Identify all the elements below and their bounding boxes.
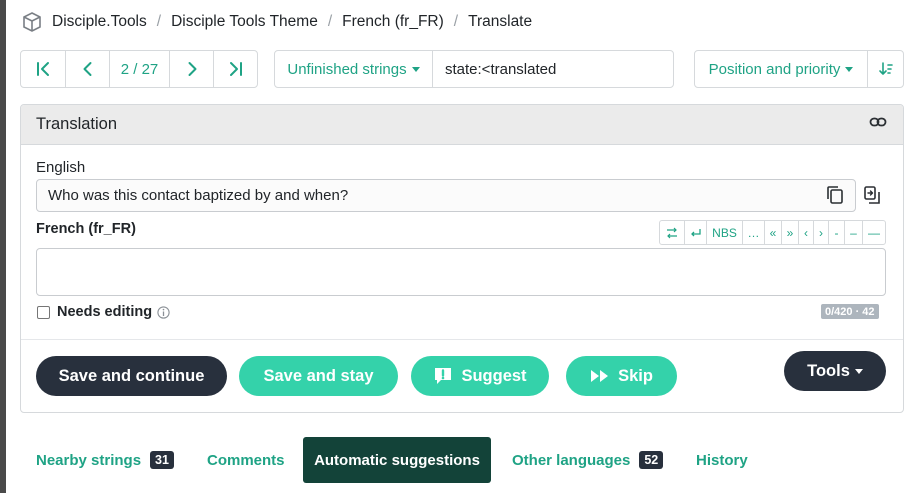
hyphen-button[interactable]: - xyxy=(828,221,844,244)
newline-char-button[interactable] xyxy=(684,221,706,244)
translation-card: Translation English Who was this contact… xyxy=(20,104,904,413)
breadcrumb-separator: / xyxy=(156,13,162,30)
filter-dropdown-label: Unfinished strings xyxy=(287,60,407,78)
caret-down-icon xyxy=(411,66,420,72)
count-badge: 52 xyxy=(639,451,664,469)
source-language-label: English xyxy=(36,159,86,176)
skip-icon xyxy=(591,370,609,382)
character-counter: 0/420 · 42 xyxy=(821,304,879,319)
caret-down-icon xyxy=(845,66,854,72)
next-icon xyxy=(188,62,196,76)
breadcrumb: Disciple.Tools / Disciple Tools Theme / … xyxy=(22,9,532,35)
breadcrumb-separator: / xyxy=(327,13,333,30)
count-badge: 31 xyxy=(150,451,174,469)
filter-dropdown[interactable]: Unfinished strings xyxy=(275,51,432,87)
search-query-input[interactable]: state:<translated xyxy=(432,51,673,87)
link-icon[interactable] xyxy=(869,113,887,136)
card-header: Translation xyxy=(21,105,903,145)
left-edge-strip xyxy=(0,0,6,493)
tab-history[interactable]: History xyxy=(696,437,748,483)
tab-automatic-suggestions-label: Automatic suggestions xyxy=(314,451,480,469)
tab-nearby-strings-label: Nearby strings xyxy=(36,451,142,469)
sort-direction-button[interactable] xyxy=(867,51,903,87)
filter-group: Unfinished strings state:<translated xyxy=(274,50,674,88)
source-text: Who was this contact baptized by and whe… xyxy=(36,179,856,212)
suggest-button[interactable]: Suggest xyxy=(411,356,549,396)
skip-label: Skip xyxy=(618,366,653,385)
last-button[interactable] xyxy=(213,51,257,87)
right-angle-quote-button[interactable]: › xyxy=(813,221,828,244)
tab-char-button[interactable] xyxy=(660,221,684,244)
breadcrumb-separator: / xyxy=(453,13,459,30)
save-and-stay-button[interactable]: Save and stay xyxy=(239,356,398,396)
tab-other-languages-label: Other languages xyxy=(512,451,631,469)
breadcrumb-current: Translate xyxy=(468,13,533,30)
tab-comments[interactable]: Comments xyxy=(207,437,285,483)
tab-nearby-strings[interactable]: Nearby strings 31 xyxy=(36,437,174,483)
target-language-label: French (fr_FR) xyxy=(36,221,136,237)
pager-position[interactable]: 2 / 27 xyxy=(109,51,169,87)
nbsp-char-button[interactable]: NBS xyxy=(706,221,742,244)
needs-editing-checkbox[interactable] xyxy=(37,305,50,319)
tab-other-languages[interactable]: Other languages 52 xyxy=(512,437,664,483)
tab-comments-label: Comments xyxy=(207,451,285,469)
card-title: Translation xyxy=(36,115,118,133)
caret-down-icon xyxy=(854,368,863,374)
breadcrumb-component[interactable]: Disciple Tools Theme xyxy=(171,13,318,31)
right-guillemet-button[interactable]: » xyxy=(781,221,798,244)
ellipsis-char-button[interactable]: … xyxy=(742,221,764,244)
special-characters-bar: NBS … « » ‹ › - – — xyxy=(659,220,886,245)
navigation-group: 2 / 27 xyxy=(20,50,258,88)
next-button[interactable] xyxy=(169,51,213,87)
previous-button[interactable] xyxy=(65,51,109,87)
save-and-continue-button[interactable]: Save and continue xyxy=(36,356,227,396)
sort-dropdown[interactable]: Position and priority xyxy=(695,51,867,87)
sort-dropdown-label: Position and priority xyxy=(708,60,841,78)
left-guillemet-button[interactable]: « xyxy=(764,221,781,244)
tab-history-label: History xyxy=(696,451,748,469)
sort-group: Position and priority xyxy=(694,50,904,88)
last-icon xyxy=(229,62,242,76)
tools-dropdown-button[interactable]: Tools xyxy=(784,351,886,391)
breadcrumb-language[interactable]: French (fr_FR) xyxy=(342,13,444,31)
skip-button[interactable]: Skip xyxy=(566,356,677,396)
clone-icon[interactable] xyxy=(863,185,881,210)
card-divider xyxy=(21,339,903,340)
first-button[interactable] xyxy=(21,51,65,87)
suggest-label: Suggest xyxy=(461,366,527,385)
info-icon xyxy=(157,305,170,319)
prev-icon xyxy=(83,62,91,76)
copy-icon[interactable] xyxy=(826,185,844,210)
tab-char-icon xyxy=(667,227,677,238)
newline-char-icon xyxy=(690,228,701,236)
left-angle-quote-button[interactable]: ‹ xyxy=(798,221,813,244)
en-dash-button[interactable]: – xyxy=(844,221,862,244)
translation-textarea[interactable] xyxy=(36,248,886,296)
tools-label: Tools xyxy=(807,361,850,380)
sort-direction-icon xyxy=(878,62,893,75)
needs-editing-label[interactable]: Needs editing xyxy=(57,304,152,320)
tab-automatic-suggestions[interactable]: Automatic suggestions xyxy=(303,437,491,483)
needs-editing-row: Needs editing xyxy=(37,304,170,320)
weblate-logo-icon xyxy=(22,12,42,32)
suggest-icon xyxy=(435,368,452,384)
breadcrumb-project[interactable]: Disciple.Tools xyxy=(52,13,147,31)
first-icon xyxy=(37,62,49,76)
em-dash-button[interactable]: — xyxy=(862,221,885,244)
